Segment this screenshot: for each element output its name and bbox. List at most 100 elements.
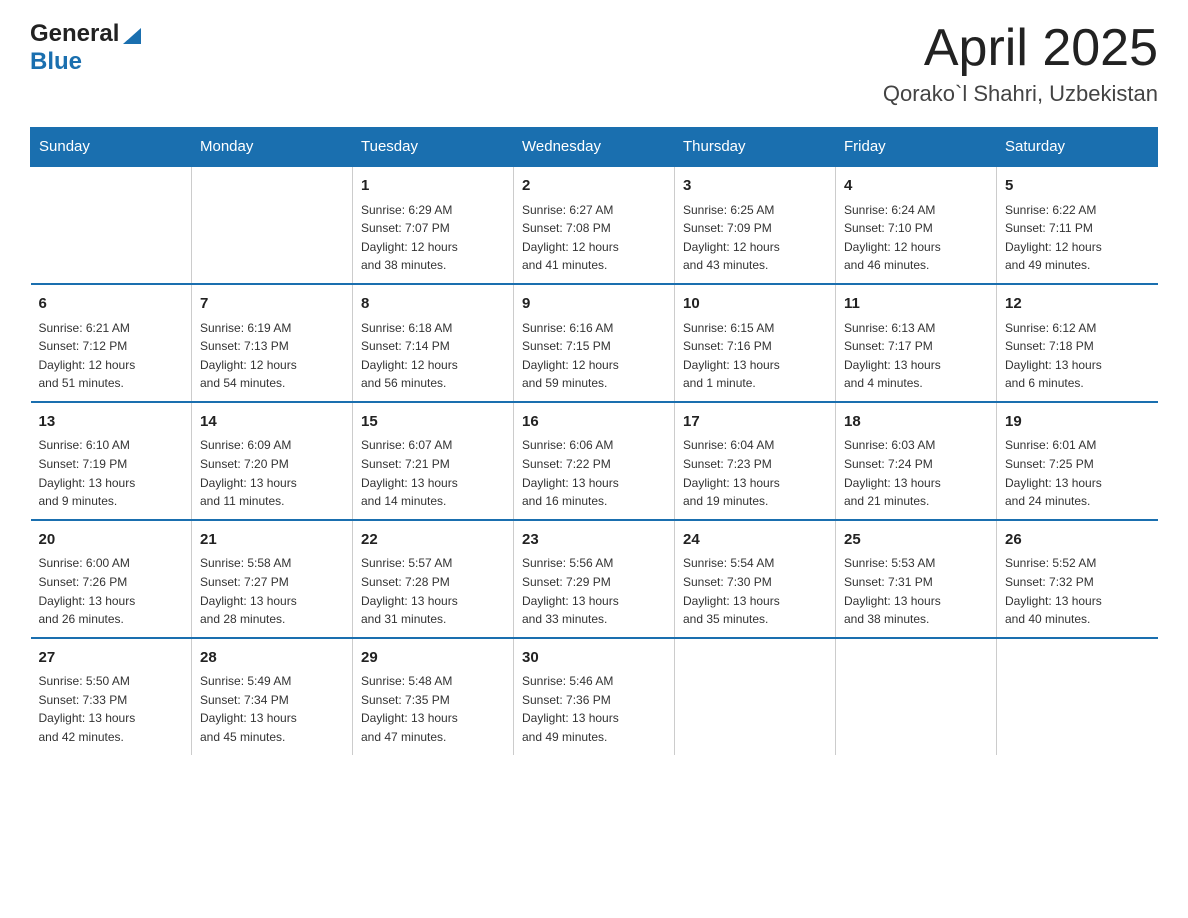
day-info: Sunrise: 6:18 AM Sunset: 7:14 PM Dayligh…	[361, 319, 505, 393]
calendar-day-cell: 7 Sunrise: 6:19 AM Sunset: 7:13 PM Daylig…	[192, 284, 353, 402]
day-number: 9	[522, 293, 666, 316]
day-of-week-header: Thursday	[675, 128, 836, 167]
calendar-day-cell: 20Sunrise: 6:00 AM Sunset: 7:26 PM Dayli…	[31, 520, 192, 638]
day-number: 30	[522, 647, 666, 670]
day-info: Sunrise: 6:03 AM Sunset: 7:24 PM Dayligh…	[844, 436, 988, 510]
day-number: 11	[844, 293, 988, 316]
day-number: 24	[683, 529, 827, 552]
calendar-day-cell	[31, 166, 192, 284]
calendar-week-row: 13Sunrise: 6:10 AM Sunset: 7:19 PM Dayli…	[31, 402, 1158, 520]
day-number: 15	[361, 411, 505, 434]
day-of-week-header: Tuesday	[353, 128, 514, 167]
day-info: Sunrise: 6:27 AM Sunset: 7:08 PM Dayligh…	[522, 201, 666, 275]
calendar-day-cell	[997, 638, 1158, 755]
day-number: 1	[361, 175, 505, 198]
calendar-day-cell: 23Sunrise: 5:56 AM Sunset: 7:29 PM Dayli…	[514, 520, 675, 638]
day-number: 20	[39, 529, 184, 552]
day-info: Sunrise: 6:07 AM Sunset: 7:21 PM Dayligh…	[361, 436, 505, 510]
day-info: Sunrise: 6:04 AM Sunset: 7:23 PM Dayligh…	[683, 436, 827, 510]
calendar-day-cell: 19Sunrise: 6:01 AM Sunset: 7:25 PM Dayli…	[997, 402, 1158, 520]
calendar-day-cell: 5 Sunrise: 6:22 AM Sunset: 7:11 PM Daylig…	[997, 166, 1158, 284]
day-of-week-header: Sunday	[31, 128, 192, 167]
calendar-header: SundayMondayTuesdayWednesdayThursdayFrid…	[31, 128, 1158, 167]
calendar-week-row: 1 Sunrise: 6:29 AM Sunset: 7:07 PM Daylig…	[31, 166, 1158, 284]
day-info: Sunrise: 5:54 AM Sunset: 7:30 PM Dayligh…	[683, 554, 827, 628]
day-info: Sunrise: 6:12 AM Sunset: 7:18 PM Dayligh…	[1005, 319, 1150, 393]
day-info: Sunrise: 6:29 AM Sunset: 7:07 PM Dayligh…	[361, 201, 505, 275]
logo-triangle-icon	[121, 24, 143, 46]
calendar-day-cell: 27Sunrise: 5:50 AM Sunset: 7:33 PM Dayli…	[31, 638, 192, 755]
calendar-day-cell	[675, 638, 836, 755]
calendar-day-cell: 30Sunrise: 5:46 AM Sunset: 7:36 PM Dayli…	[514, 638, 675, 755]
day-number: 18	[844, 411, 988, 434]
calendar-day-cell: 9Sunrise: 6:16 AM Sunset: 7:15 PM Daylig…	[514, 284, 675, 402]
calendar-week-row: 27Sunrise: 5:50 AM Sunset: 7:33 PM Dayli…	[31, 638, 1158, 755]
day-number: 3	[683, 175, 827, 198]
calendar-day-cell: 12 Sunrise: 6:12 AM Sunset: 7:18 PM Dayli…	[997, 284, 1158, 402]
day-info: Sunrise: 6:22 AM Sunset: 7:11 PM Dayligh…	[1005, 201, 1150, 275]
day-number: 8	[361, 293, 505, 316]
calendar-day-cell: 6 Sunrise: 6:21 AM Sunset: 7:12 PM Daylig…	[31, 284, 192, 402]
day-number: 5	[1005, 175, 1150, 198]
day-info: Sunrise: 5:56 AM Sunset: 7:29 PM Dayligh…	[522, 554, 666, 628]
title-area: April 2025 Qorako`l Shahri, Uzbekistan	[883, 20, 1158, 107]
day-info: Sunrise: 6:06 AM Sunset: 7:22 PM Dayligh…	[522, 436, 666, 510]
day-number: 29	[361, 647, 505, 670]
location-title: Qorako`l Shahri, Uzbekistan	[883, 81, 1158, 107]
day-info: Sunrise: 5:46 AM Sunset: 7:36 PM Dayligh…	[522, 672, 666, 746]
calendar-week-row: 20Sunrise: 6:00 AM Sunset: 7:26 PM Dayli…	[31, 520, 1158, 638]
calendar-day-cell: 22Sunrise: 5:57 AM Sunset: 7:28 PM Dayli…	[353, 520, 514, 638]
logo: General Blue	[30, 20, 143, 76]
day-info: Sunrise: 5:57 AM Sunset: 7:28 PM Dayligh…	[361, 554, 505, 628]
calendar-day-cell: 13Sunrise: 6:10 AM Sunset: 7:19 PM Dayli…	[31, 402, 192, 520]
day-number: 19	[1005, 411, 1150, 434]
calendar-day-cell: 28Sunrise: 5:49 AM Sunset: 7:34 PM Dayli…	[192, 638, 353, 755]
day-number: 22	[361, 529, 505, 552]
day-number: 12	[1005, 293, 1150, 316]
day-info: Sunrise: 6:25 AM Sunset: 7:09 PM Dayligh…	[683, 201, 827, 275]
day-number: 16	[522, 411, 666, 434]
day-info: Sunrise: 5:58 AM Sunset: 7:27 PM Dayligh…	[200, 554, 344, 628]
calendar-day-cell: 11Sunrise: 6:13 AM Sunset: 7:17 PM Dayli…	[836, 284, 997, 402]
day-number: 23	[522, 529, 666, 552]
day-number: 27	[39, 647, 184, 670]
day-info: Sunrise: 5:48 AM Sunset: 7:35 PM Dayligh…	[361, 672, 505, 746]
day-number: 17	[683, 411, 827, 434]
day-info: Sunrise: 6:01 AM Sunset: 7:25 PM Dayligh…	[1005, 436, 1150, 510]
calendar-day-cell: 24Sunrise: 5:54 AM Sunset: 7:30 PM Dayli…	[675, 520, 836, 638]
page-header: General Blue April 2025 Qorako`l Shahri,…	[30, 20, 1158, 107]
day-info: Sunrise: 6:00 AM Sunset: 7:26 PM Dayligh…	[39, 554, 184, 628]
calendar-day-cell: 10Sunrise: 6:15 AM Sunset: 7:16 PM Dayli…	[675, 284, 836, 402]
day-number: 26	[1005, 529, 1150, 552]
day-info: Sunrise: 5:53 AM Sunset: 7:31 PM Dayligh…	[844, 554, 988, 628]
day-info: Sunrise: 5:52 AM Sunset: 7:32 PM Dayligh…	[1005, 554, 1150, 628]
day-number: 25	[844, 529, 988, 552]
day-of-week-header: Saturday	[997, 128, 1158, 167]
day-number: 21	[200, 529, 344, 552]
calendar-day-cell: 3 Sunrise: 6:25 AM Sunset: 7:09 PM Daylig…	[675, 166, 836, 284]
calendar-day-cell: 21Sunrise: 5:58 AM Sunset: 7:27 PM Dayli…	[192, 520, 353, 638]
calendar-day-cell: 17Sunrise: 6:04 AM Sunset: 7:23 PM Dayli…	[675, 402, 836, 520]
day-number: 4	[844, 175, 988, 198]
calendar-day-cell: 16Sunrise: 6:06 AM Sunset: 7:22 PM Dayli…	[514, 402, 675, 520]
calendar-day-cell	[192, 166, 353, 284]
calendar-day-cell: 18Sunrise: 6:03 AM Sunset: 7:24 PM Dayli…	[836, 402, 997, 520]
calendar-day-cell: 2Sunrise: 6:27 AM Sunset: 7:08 PM Daylig…	[514, 166, 675, 284]
day-info: Sunrise: 5:49 AM Sunset: 7:34 PM Dayligh…	[200, 672, 344, 746]
day-number: 7	[200, 293, 344, 316]
calendar-day-cell: 8 Sunrise: 6:18 AM Sunset: 7:14 PM Daylig…	[353, 284, 514, 402]
day-number: 10	[683, 293, 827, 316]
calendar-table: SundayMondayTuesdayWednesdayThursdayFrid…	[30, 127, 1158, 754]
day-info: Sunrise: 6:10 AM Sunset: 7:19 PM Dayligh…	[39, 436, 184, 510]
logo-general-text: General	[30, 20, 119, 48]
day-info: Sunrise: 6:09 AM Sunset: 7:20 PM Dayligh…	[200, 436, 344, 510]
day-info: Sunrise: 5:50 AM Sunset: 7:33 PM Dayligh…	[39, 672, 184, 746]
day-info: Sunrise: 6:19 AM Sunset: 7:13 PM Dayligh…	[200, 319, 344, 393]
day-info: Sunrise: 6:24 AM Sunset: 7:10 PM Dayligh…	[844, 201, 988, 275]
day-number: 14	[200, 411, 344, 434]
calendar-week-row: 6 Sunrise: 6:21 AM Sunset: 7:12 PM Daylig…	[31, 284, 1158, 402]
calendar-day-cell: 1 Sunrise: 6:29 AM Sunset: 7:07 PM Daylig…	[353, 166, 514, 284]
day-info: Sunrise: 6:21 AM Sunset: 7:12 PM Dayligh…	[39, 319, 184, 393]
day-number: 6	[39, 293, 184, 316]
calendar-day-cell: 15Sunrise: 6:07 AM Sunset: 7:21 PM Dayli…	[353, 402, 514, 520]
